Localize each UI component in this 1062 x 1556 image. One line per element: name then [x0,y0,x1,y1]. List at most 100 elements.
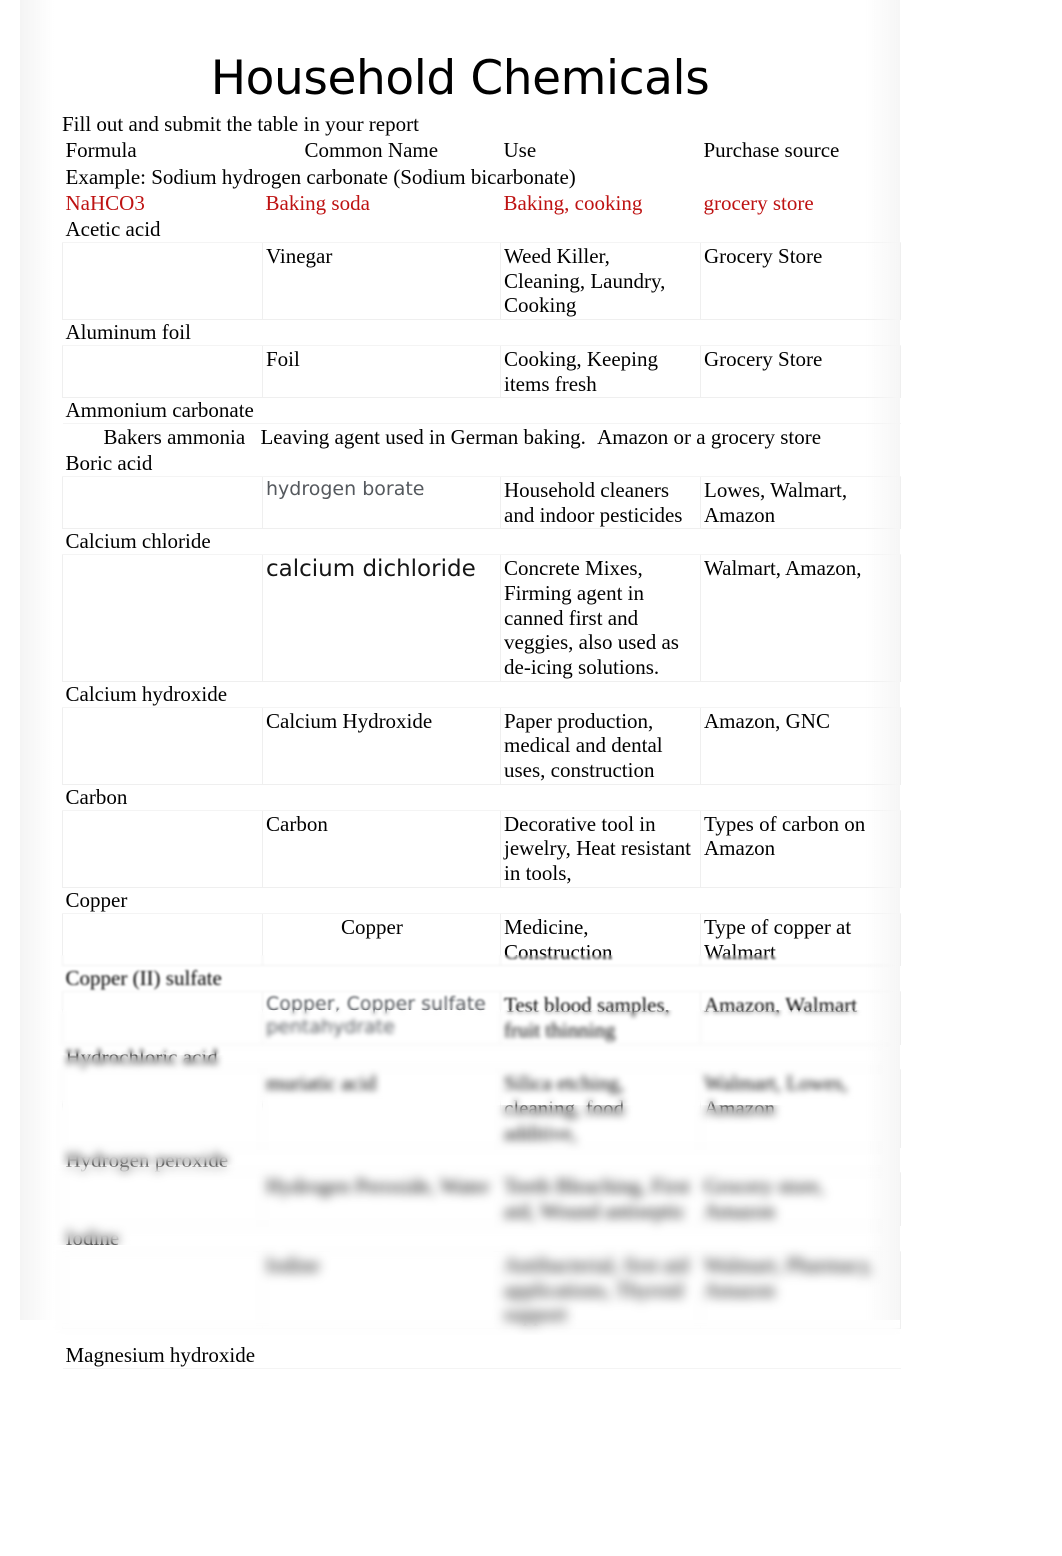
chemical-name: Carbon [62,784,901,811]
cell-common-name[interactable]: Vinegar [262,242,501,321]
example-common-name: Baking soda [265,191,370,216]
chemical-name: Aluminum foil [62,319,901,346]
cell-purchase-source[interactable]: Grocery Store [700,345,901,399]
cell-use[interactable]: Medicine, Construction [500,913,701,967]
table-row: Copper Medicine, Construction Type of co… [62,913,901,967]
chemical-name: Copper [62,887,901,914]
household-chemicals-table: Formula Common Name Use Purchase source … [62,137,901,1369]
cell-use: Leaving agent used in German baking. [260,425,586,450]
cell-common-name[interactable]: Hydrogen Peroxide, Water [262,1172,501,1226]
cell-formula[interactable] [62,707,263,785]
table-row: Calcium Hydroxide Paper production, medi… [62,707,901,785]
cell-use[interactable]: Household cleaners and indoor pesticides [500,476,701,530]
cell-formula[interactable] [62,476,263,530]
chemical-name: Copper (II) sulfate [62,965,901,993]
cell-purchase-source[interactable]: Grocery Store [700,242,901,321]
chemical-name: Hydrochloric acid [62,1044,901,1071]
example-purchase-source: grocery store [703,191,814,216]
cell-common-name[interactable]: Iodine [262,1251,501,1330]
cell-use[interactable]: Weed Killer, Cleaning, Laundry, Cooking [500,242,701,321]
cell-use[interactable]: Teeth Bleaching, First aid, Wound antise… [500,1172,701,1226]
example-note-row: Example: Sodium hydrogen carbonate (Sodi… [63,164,901,191]
example-formula: NaHCO3 [65,191,145,216]
chemical-label-row: Ammonium carbonate [62,397,901,425]
table-row: Bakers ammonia Leaving agent used in Ger… [63,424,901,451]
chemical-label-row: Carbon [62,784,901,811]
cell-purchase-source[interactable]: Walmart, Pharmacy, Amazon [700,1251,901,1330]
cell-formula[interactable] [62,913,263,967]
cell-purchase-source[interactable]: Types of carbon on Amazon [700,810,901,889]
cell-purchase-source[interactable]: Walmart, Amazon, [700,554,901,682]
instruction-text: Fill out and submit the table in your re… [62,112,419,137]
column-header-common-name: Common Name [304,137,439,162]
table-header-row: Formula Common Name Use Purchase source [63,137,901,164]
chemical-name: Calcium chloride [62,528,901,556]
cell-formula[interactable] [62,1172,263,1226]
chemical-name: Calcium hydroxide [62,681,901,708]
cell-common-name[interactable]: Calcium Hydroxide [262,707,501,785]
chemical-name: Boric acid [62,451,901,477]
cell-formula[interactable] [62,991,263,1045]
cell-common-name[interactable]: Copper, Copper sulfate pentahydrate [262,991,501,1045]
cell-formula[interactable] [62,242,263,321]
chemical-label-row: Copper [62,887,901,914]
cell-use[interactable]: Cooking, Keeping items fresh [500,345,701,399]
cell-purchase-source[interactable]: Lowes, Walmart, Amazon [700,476,901,530]
table-row: Hydrogen Peroxide, Water Teeth Bleaching… [62,1172,901,1226]
cell-use[interactable]: Test blood samples, fruit thinning [500,991,701,1045]
cell-use[interactable]: Silica etching, cleaning, food additive, [500,1069,701,1148]
chemical-name: Iodine [62,1225,901,1252]
cell-common-name[interactable]: Carbon [262,810,501,889]
page-title: Household Chemicals [210,51,710,106]
example-use: Baking, cooking [503,191,643,216]
cell-use[interactable]: Decorative tool in jewelry, Heat resista… [500,810,701,889]
chemical-label-row: Boric acid [62,451,901,477]
chemical-label-row: Calcium chloride [62,528,901,556]
cell-purchase-source[interactable]: Walmart, Lowes, Amazon [700,1069,901,1148]
chemical-label-row: Hydrogen peroxide [62,1147,901,1174]
cell-use[interactable]: Concrete Mixes, Firming agent in canned … [500,554,701,682]
cell-formula[interactable] [62,1069,263,1148]
cell-purchase-source[interactable]: Grocery store, Amazon [700,1172,901,1226]
table-row: hydrogen borate Household cleaners and i… [62,476,901,530]
cell-use[interactable]: Antibacterial, first aid applications, T… [500,1251,701,1330]
chemical-name: Acetic acid [62,217,901,243]
cell-formula[interactable] [62,345,263,399]
table-row: calcium dichloride Concrete Mixes, Firmi… [62,554,901,682]
chemical-label-row: Magnesium hydroxide [62,1328,901,1369]
example-answer-row: NaHCO3 Baking soda Baking, cooking groce… [63,190,901,217]
table-body: Formula Common Name Use Purchase source … [62,137,901,1369]
page-left-shadow [20,0,54,1320]
chemical-label-row: Calcium hydroxide [62,681,901,708]
table-row: Vinegar Weed Killer, Cleaning, Laundry, … [62,242,901,321]
table-row: Foil Cooking, Keeping items fresh Grocer… [62,345,901,399]
table-row: Iodine Antibacterial, first aid applicat… [62,1251,901,1330]
example-note: Example: Sodium hydrogen carbonate (Sodi… [65,164,576,189]
column-header-purchase-source: Purchase source [703,137,840,162]
cell-purchase-source[interactable]: Amazon, GNC [700,707,901,785]
chemical-name: Hydrogen peroxide [62,1147,901,1174]
chemical-label-row: Iodine [62,1225,901,1252]
column-header-formula: Formula [65,137,137,162]
cell-common-name: Bakers ammonia [103,425,246,450]
chemical-label-row: Aluminum foil [62,319,901,346]
column-header-use: Use [503,137,537,162]
cell-formula[interactable] [62,810,263,889]
table-row: Carbon Decorative tool in jewelry, Heat … [62,810,901,889]
document-page: Household Chemicals Fill out and submit … [20,0,901,1369]
cell-common-name[interactable]: hydrogen borate [262,476,501,530]
cell-purchase-source[interactable]: Amazon, Walmart [700,991,901,1045]
table-row: Copper, Copper sulfate pentahydrate Test… [62,991,901,1045]
cell-common-name[interactable]: calcium dichloride [262,554,501,682]
cell-inline-answer[interactable]: Bakers ammonia Leaving agent used in Ger… [63,424,901,451]
cell-formula[interactable] [62,554,263,682]
cell-use[interactable]: Paper production, medical and dental use… [500,707,701,785]
chemical-name: Ammonium carbonate [62,397,901,425]
cell-formula[interactable] [62,1251,263,1330]
cell-purchase-source[interactable]: Type of copper at Walmart [700,913,901,967]
cell-common-name[interactable]: Copper [262,913,501,967]
cell-common-name[interactable]: muriatic acid [262,1069,501,1148]
cell-common-name[interactable]: Foil [262,345,501,399]
chemical-name: Magnesium hydroxide [62,1328,901,1369]
chemical-label-row: Acetic acid [62,217,901,243]
